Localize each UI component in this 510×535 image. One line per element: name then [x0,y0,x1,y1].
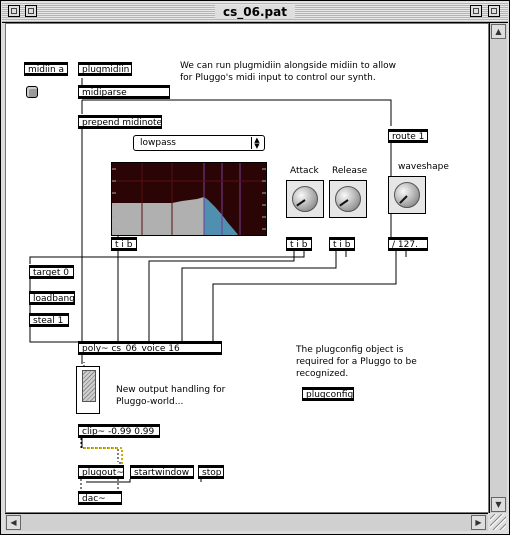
startwindow-message[interactable]: startwindow [130,465,194,479]
horizontal-scrollbar[interactable]: ◀ ▶ [5,513,488,531]
filter-type-menu[interactable]: lowpass ▲ ▼ [133,135,265,151]
divide-127-object[interactable]: / 127. [388,237,428,251]
menu-arrows-icon: ▲ ▼ [251,137,262,150]
collapse-box-icon[interactable] [488,5,500,17]
plugconfig-comment: The plugconfig object is required for a … [296,345,417,379]
midiin-led-button[interactable] [26,86,38,98]
waveshape-knob-icon [394,182,420,208]
zoom-box-icon[interactable] [470,5,482,17]
release-knob-icon [335,186,361,212]
resize-grip-icon[interactable] [490,514,506,530]
midiin-object[interactable]: midiin a [24,62,68,76]
poly-voice-object[interactable]: poly~ cs_06_voice 16 [78,341,222,355]
waveshape-label: waveshape [398,162,449,172]
close-box-icon[interactable] [8,5,20,17]
prepend-midinote-object[interactable]: prepend midinote [78,115,162,129]
gain-slider-knob [82,370,96,402]
stop-message[interactable]: stop [198,465,224,479]
patcher-canvas[interactable]: midiin a plugmidiin midiparse prepend mi… [5,23,489,513]
release-dial[interactable] [329,180,367,218]
window-shade-icon[interactable] [25,5,37,17]
route-object[interactable]: route 1 [388,129,428,143]
attack-knob-icon [292,186,318,212]
scroll-right-icon[interactable]: ▶ [471,515,486,530]
tib-filter-object[interactable]: t i b [111,237,137,251]
steal-message[interactable]: steal 1 [29,313,69,327]
tib-release-object[interactable]: t i b [329,237,355,251]
waveshape-dial[interactable] [388,176,426,214]
plugmidiin-comment: We can run plugmidiin alongside midiin t… [180,61,397,83]
filter-curve [112,163,266,235]
tib-attack-object[interactable]: t i b [286,237,312,251]
midiparse-object[interactable]: midiparse [78,85,170,99]
filter-graph[interactable] [111,162,267,236]
clip-object[interactable]: clip~ -0.99 0.99 [78,424,160,438]
attack-dial[interactable] [286,180,324,218]
release-label: Release [332,166,368,176]
plugmidiin-object[interactable]: plugmidiin [78,62,132,76]
title-bar[interactable]: cs_06.pat [2,2,508,23]
plugout-object[interactable]: plugout~ [78,465,124,479]
output-comment: New output handling for Pluggo-world... [116,385,226,407]
attack-label: Attack [290,166,319,176]
window-title: cs_06.pat [215,5,295,19]
loadbang-object[interactable]: loadbang [29,291,75,305]
dac-object[interactable]: dac~ [78,491,122,505]
scroll-left-icon[interactable]: ◀ [6,515,21,530]
gain-slider[interactable] [76,366,100,414]
target-message[interactable]: target 0 [29,265,74,279]
scroll-down-icon[interactable]: ▼ [491,497,506,512]
vertical-scrollbar[interactable]: ▲ ▼ [489,23,507,513]
scroll-up-icon[interactable]: ▲ [491,24,506,39]
plugconfig-object[interactable]: plugconfig [302,387,354,401]
